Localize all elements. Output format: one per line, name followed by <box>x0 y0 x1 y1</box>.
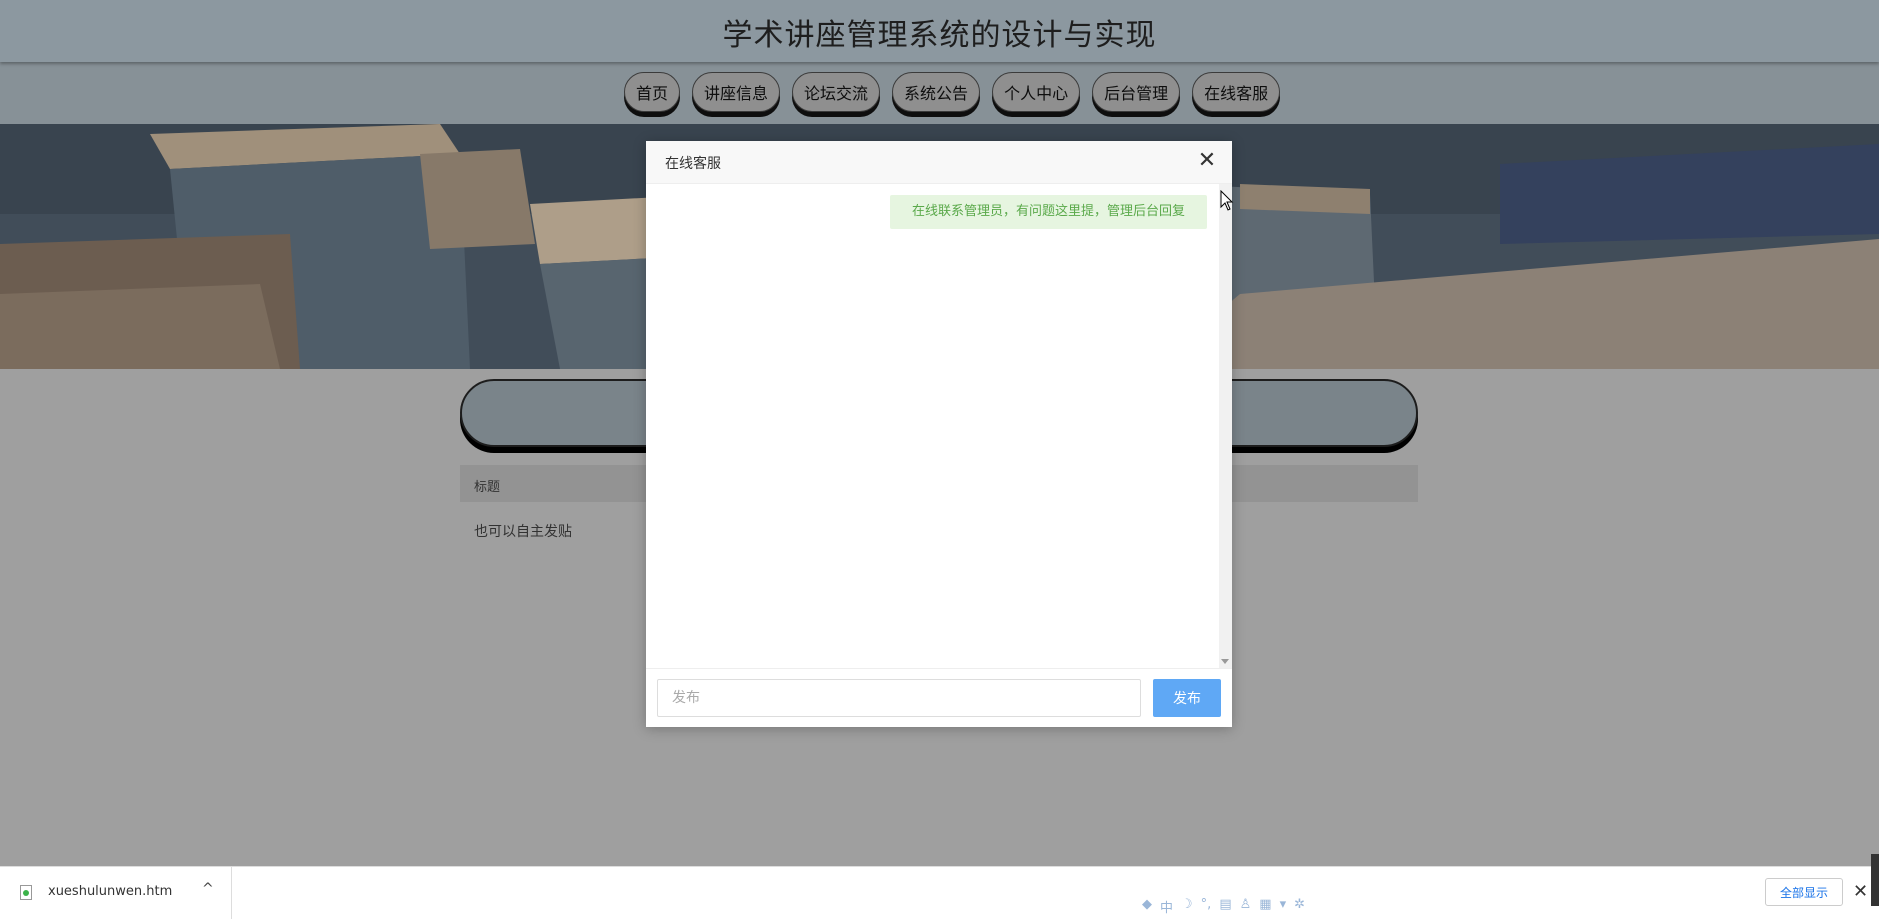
support-chat-modal: 在线客服 ✕ 在线联系管理员，有问题这里提，管理后台回复 发布 <box>646 141 1232 727</box>
keyboard-icon[interactable]: ▤ <box>1219 897 1231 916</box>
ime-logo-icon: ◆ <box>1142 897 1152 912</box>
site-title: 学术讲座管理系统的设计与实现 <box>722 18 1157 53</box>
close-icon[interactable]: ✕ <box>1196 150 1218 172</box>
download-bar: xueshulunwen.htm ^ ◆ 中 ☽ °, ▤ ♙ ▦ ▾ ✲ 全部… <box>0 866 1879 919</box>
html-file-icon <box>20 885 32 900</box>
ime-toolbar: ◆ 中 ☽ °, ▤ ♙ ▦ ▾ ✲ <box>1142 897 1305 916</box>
modal-header: 在线客服 ✕ <box>646 141 1232 184</box>
scroll-down-arrow-icon[interactable] <box>1221 659 1229 664</box>
chat-scrollbar[interactable] <box>1219 184 1232 668</box>
chat-message: 在线联系管理员，有问题这里提，管理后台回复 <box>889 195 1207 229</box>
modal-footer: 发布 <box>646 668 1232 727</box>
gear-icon[interactable]: ✲ <box>1294 897 1305 916</box>
close-icon[interactable]: ✕ <box>1853 881 1868 902</box>
ime-chinese-mode[interactable]: 中 <box>1160 897 1173 916</box>
message-input[interactable] <box>657 679 1141 717</box>
moon-icon[interactable]: ☽ <box>1181 897 1193 916</box>
site-header: 学术讲座管理系统的设计与实现 <box>0 0 1879 62</box>
grid-icon[interactable]: ▦ <box>1259 897 1271 916</box>
show-all-button[interactable]: 全部显示 <box>1765 878 1843 906</box>
chat-message-area[interactable]: 在线联系管理员，有问题这里提，管理后台回复 <box>646 184 1232 668</box>
mouse-cursor-icon <box>1220 190 1234 211</box>
punctuation-icon[interactable]: °, <box>1201 897 1212 916</box>
shirt-icon[interactable]: ▾ <box>1280 897 1287 916</box>
post-button[interactable]: 发布 <box>1153 679 1221 717</box>
download-item[interactable]: xueshulunwen.htm ^ <box>0 867 232 919</box>
download-file-name[interactable]: xueshulunwen.htm <box>48 884 172 899</box>
modal-title: 在线客服 <box>665 156 721 172</box>
chevron-up-icon[interactable]: ^ <box>202 881 214 897</box>
user-icon[interactable]: ♙ <box>1240 897 1252 916</box>
window-edge <box>1871 854 1879 906</box>
